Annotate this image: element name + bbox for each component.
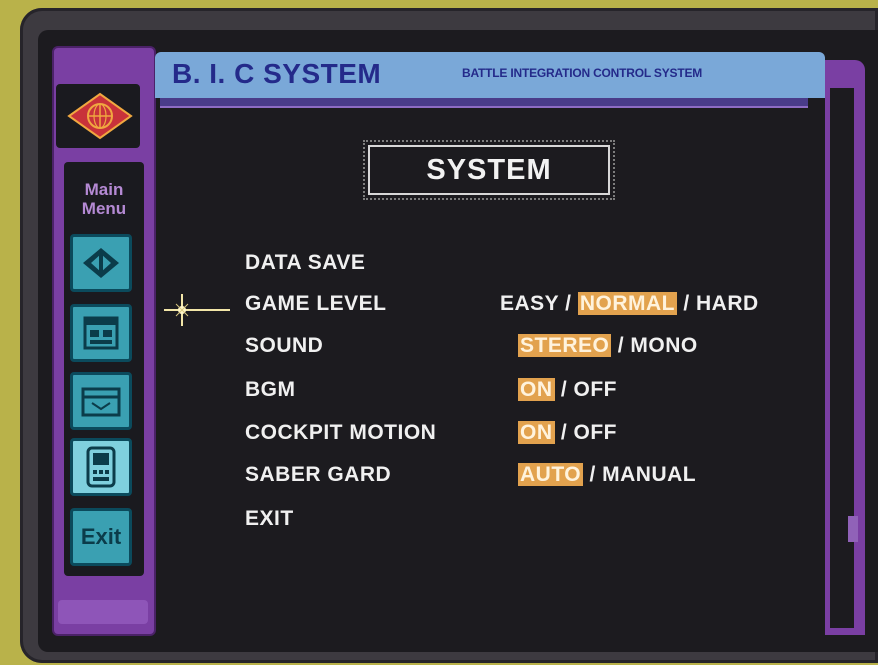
option-bgm-on[interactable]: ON (518, 378, 555, 401)
system-subtitle: BATTLE INTEGRATION CONTROL SYSTEM (462, 66, 703, 80)
menu-button-diamond[interactable] (70, 234, 132, 292)
screen-title: SYSTEM (363, 140, 615, 200)
option-separator: / (560, 378, 574, 401)
diamond-arrows-icon (83, 248, 119, 278)
menu-item-cockpit-motion[interactable]: COCKPIT MOTION (245, 421, 436, 445)
header-strip (160, 98, 808, 108)
option-bgm-off[interactable]: OFF (574, 378, 618, 401)
right-frame-inner (830, 88, 854, 628)
menu-label-line1: Main (84, 180, 124, 199)
menu-item-bgm[interactable]: BGM (245, 378, 296, 402)
cockpit-motion-options: ON / OFF (518, 421, 617, 445)
option-cockpit-off[interactable]: OFF (574, 421, 618, 444)
menu-item-game-level[interactable]: GAME LEVEL (245, 292, 387, 316)
exit-button[interactable]: Exit (70, 508, 132, 566)
menu-button-window[interactable] (70, 304, 132, 362)
menu-item-saber-gard[interactable]: SABER GARD (245, 463, 391, 487)
option-separator: / (589, 463, 603, 486)
globe-emblem-icon (67, 92, 133, 140)
option-mono[interactable]: MONO (630, 334, 697, 357)
option-easy[interactable]: EASY (500, 292, 559, 315)
game-level-options: EASY / NORMAL / HARD (500, 292, 759, 316)
option-separator: / (565, 292, 578, 315)
menu-item-exit[interactable]: EXIT (245, 507, 294, 531)
main-menu-label: Main Menu (64, 180, 144, 218)
handheld-device-icon (86, 446, 116, 488)
game-screen (38, 30, 878, 652)
sound-options: STEREO / MONO (518, 334, 698, 358)
menu-label-line2: Menu (81, 199, 127, 218)
option-separator: / (560, 421, 574, 444)
option-hard[interactable]: HARD (696, 292, 759, 315)
bgm-options: ON / OFF (518, 378, 617, 402)
menu-item-data-save[interactable]: DATA SAVE (245, 251, 365, 275)
option-cockpit-on[interactable]: ON (518, 421, 555, 444)
option-separator: / (683, 292, 696, 315)
folder-icon (81, 387, 121, 417)
scroll-tab[interactable] (848, 516, 858, 542)
window-icon (83, 316, 119, 350)
sidebar-footer (58, 600, 148, 624)
saber-gard-options: AUTO / MANUAL (518, 463, 696, 487)
option-auto[interactable]: AUTO (518, 463, 584, 486)
option-normal[interactable]: NORMAL (577, 292, 677, 315)
system-title: B. I. C SYSTEM (172, 58, 382, 89)
menu-button-system[interactable] (70, 438, 132, 496)
option-stereo[interactable]: STEREO (518, 334, 612, 357)
selection-cursor-icon (164, 294, 230, 326)
menu-item-sound[interactable]: SOUND (245, 334, 323, 358)
menu-button-folder[interactable] (70, 372, 132, 430)
option-manual[interactable]: MANUAL (602, 463, 696, 486)
option-separator: / (617, 334, 631, 357)
exit-icon: Exit (80, 524, 122, 549)
